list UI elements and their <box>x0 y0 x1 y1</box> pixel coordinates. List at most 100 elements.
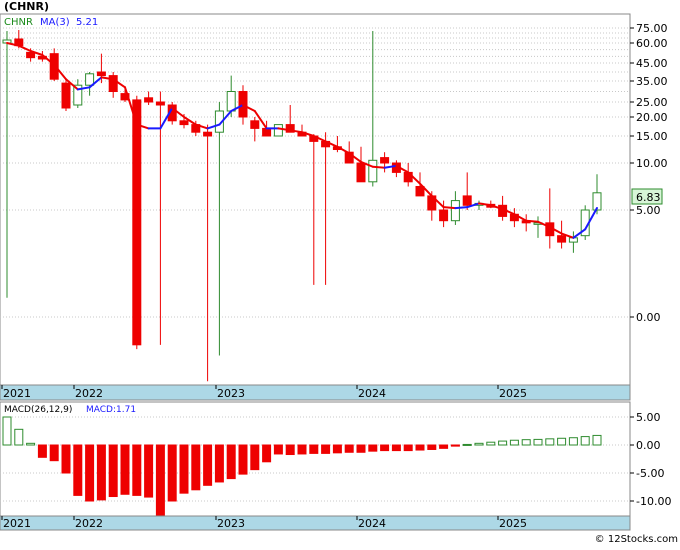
macd-bar <box>144 444 154 498</box>
macd-bar <box>509 439 519 446</box>
macd-axis-ticks: 5.00 0.00 -5.00 -10.00 <box>630 411 671 508</box>
candle-body <box>85 73 95 86</box>
candle-body <box>262 127 272 137</box>
macd-bar <box>96 444 106 501</box>
price-legend-ma-label: MA(3) <box>40 17 70 28</box>
macd-bar <box>226 444 236 480</box>
macd-bar <box>321 444 331 454</box>
macd-bar <box>498 440 508 446</box>
macd-bar <box>285 444 295 456</box>
ma3-segment <box>525 219 539 223</box>
macd-bar <box>332 444 342 454</box>
macd-tick-label: 5.00 <box>636 411 661 424</box>
ma3-segment <box>371 165 386 169</box>
price-x-year-label: 2021 <box>3 387 31 400</box>
candle-body <box>250 120 260 129</box>
macd-tick-label: -10.00 <box>636 495 671 508</box>
macd-bar <box>557 437 567 446</box>
price-tick-label: 35.00 <box>636 75 668 88</box>
macd-bar <box>486 441 496 446</box>
candle-body <box>96 71 106 77</box>
macd-bar <box>380 444 390 452</box>
chart-svg: 75.00 60.00 45.00 35.00 25.00 20.00 15.00 10.00… <box>0 13 671 531</box>
macd-legend-label: MACD(26,12,9) <box>4 405 72 415</box>
macd-bar <box>403 444 413 452</box>
ma3-segment <box>454 206 469 210</box>
macd-bar <box>238 444 248 475</box>
macd-bar <box>61 444 71 474</box>
candle-body <box>144 97 154 103</box>
candle-body <box>557 235 567 243</box>
price-x-year-label: 2024 <box>358 387 386 400</box>
macd-bar <box>521 439 531 446</box>
macd-bar <box>533 438 543 446</box>
price-tick-label: 45.00 <box>636 57 668 70</box>
credit-label: © 12Stocks.com <box>594 534 678 545</box>
candle-body <box>380 157 390 164</box>
candle-body <box>203 131 213 137</box>
macd-bar <box>415 444 425 451</box>
macd-tick-label: 0.00 <box>636 439 661 452</box>
macd-x-year-label: 2023 <box>217 517 245 530</box>
chart-root: 75.00 60.00 45.00 35.00 25.00 20.00 15.00 10.00… <box>0 0 680 546</box>
macd-bar <box>262 444 272 463</box>
macd-bar <box>191 444 201 491</box>
macd-bar <box>297 444 307 455</box>
macd-bar <box>26 442 36 446</box>
price-panel <box>0 13 631 386</box>
macd-bar <box>155 444 165 516</box>
candle-body <box>49 53 59 80</box>
macd-bar <box>439 444 449 449</box>
macd-bar <box>391 444 401 452</box>
macd-bar <box>344 444 354 453</box>
macd-bar <box>462 443 472 446</box>
price-tick-label: 60.00 <box>636 37 668 50</box>
macd-legend-value: MACD:1.71 <box>86 405 136 415</box>
macd-bar <box>203 444 213 486</box>
macd-bar <box>250 444 260 471</box>
ma3-segment <box>442 206 457 210</box>
macd-x-year-label: 2024 <box>358 517 386 530</box>
macd-bar <box>368 444 378 452</box>
price-axis-ticks: 75.00 60.00 45.00 35.00 25.00 20.00 15.00 10.00… <box>630 22 668 324</box>
macd-panel <box>0 401 631 517</box>
price-legend-ma-value: 5.21 <box>76 17 98 28</box>
macd-bar <box>309 444 319 454</box>
macd-bar <box>356 444 366 453</box>
macd-bar <box>85 444 95 502</box>
candle-body <box>155 101 165 106</box>
price-legend-ticker: CHNR <box>4 17 33 28</box>
macd-bar <box>474 442 484 446</box>
candle-body <box>132 99 142 346</box>
price-tick-label: 0.00 <box>636 311 661 324</box>
candle-body <box>368 159 378 183</box>
macd-bar <box>120 444 130 495</box>
ticker-title: (CHNR) <box>4 0 50 13</box>
macd-bar <box>568 437 578 446</box>
candle-body <box>179 120 189 126</box>
macd-bar <box>167 444 177 502</box>
macd-bar <box>179 444 189 494</box>
macd-bar <box>450 444 460 447</box>
macd-bar <box>108 444 118 498</box>
macd-x-year-label: 2025 <box>499 517 527 530</box>
macd-bar <box>545 438 555 446</box>
macd-bar <box>592 434 602 446</box>
price-tick-label: 10.00 <box>636 157 668 170</box>
macd-bar <box>49 444 59 462</box>
macd-bar <box>132 444 142 496</box>
candle-body <box>26 51 36 59</box>
price-x-year-label: 2023 <box>217 387 245 400</box>
price-tick-label: 75.00 <box>636 22 668 35</box>
macd-tick-label: -5.00 <box>636 467 664 480</box>
last-price-label: 6.83 <box>636 191 661 204</box>
candle-body <box>356 162 366 183</box>
macd-bar <box>73 444 83 496</box>
candle-body <box>450 200 460 222</box>
price-tick-label: 25.00 <box>636 96 668 109</box>
macd-bar <box>580 436 590 446</box>
price-tick-label: 15.00 <box>636 130 668 143</box>
macd-bar <box>14 428 24 446</box>
candle-body <box>61 82 71 109</box>
macd-x-year-label: 2021 <box>3 517 31 530</box>
